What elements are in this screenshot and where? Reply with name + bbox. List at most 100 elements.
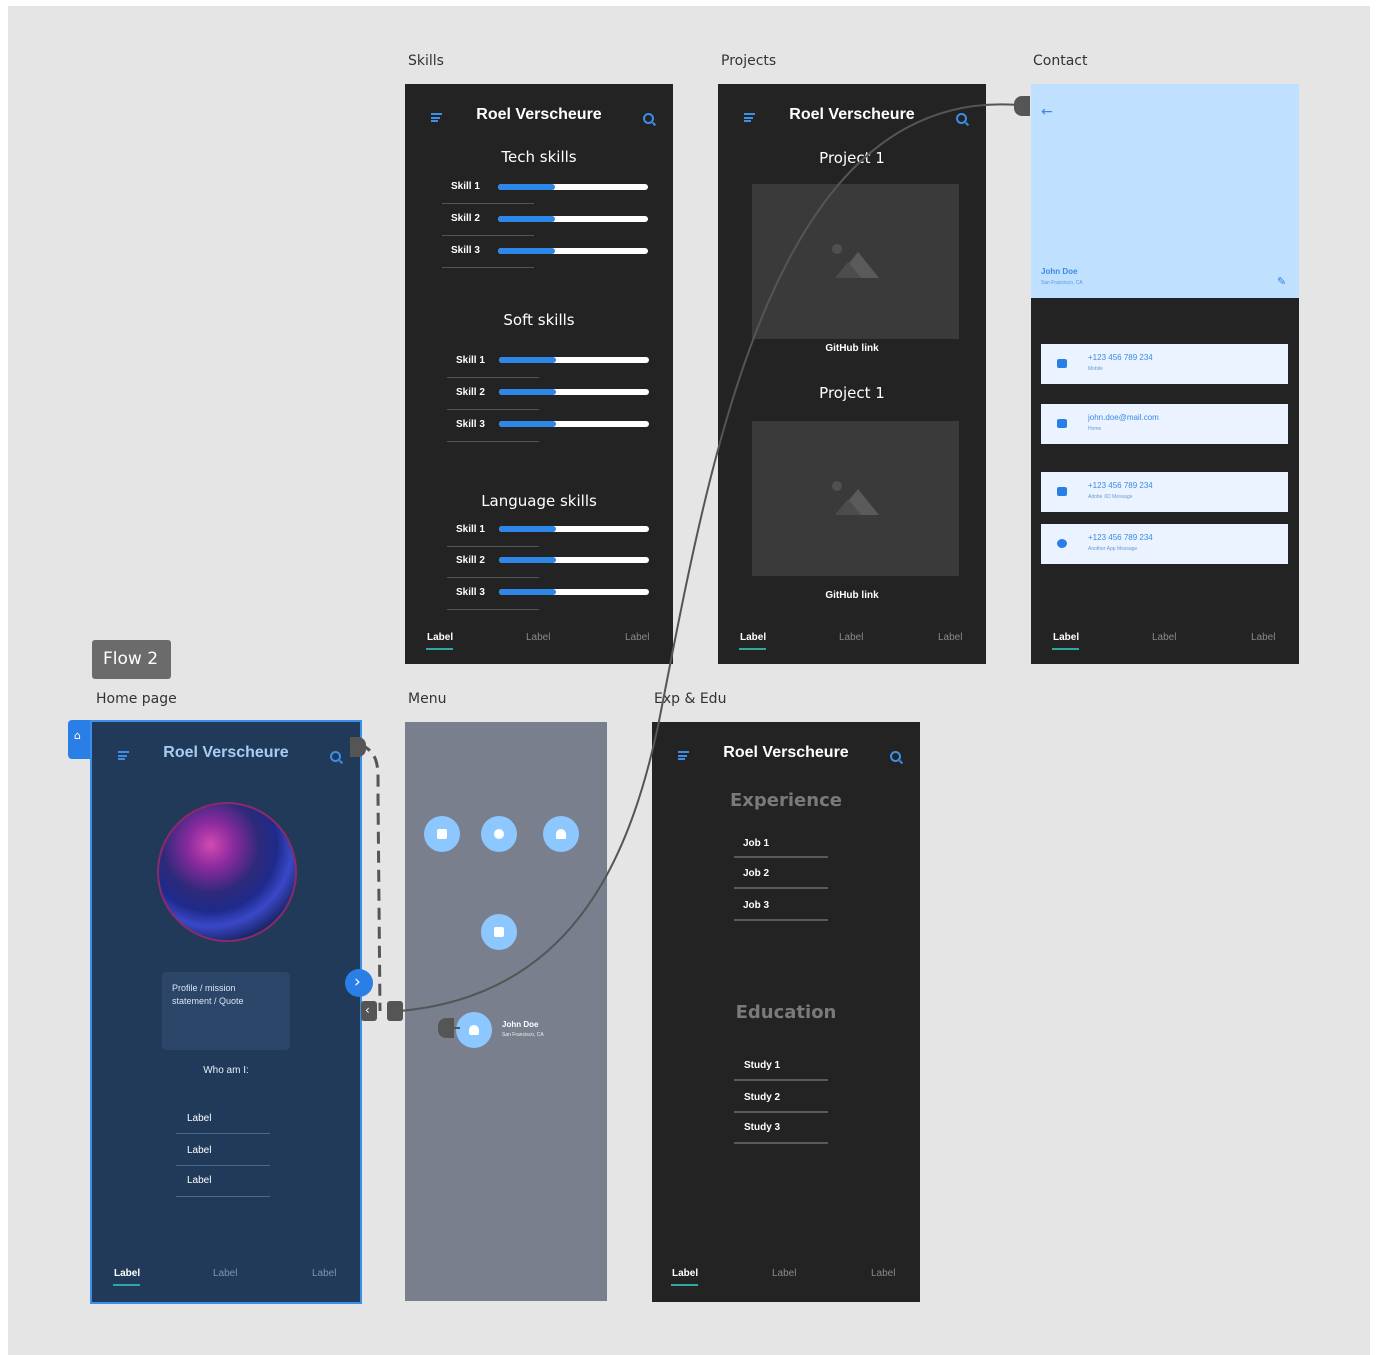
mail-icon (1057, 419, 1067, 428)
tab-item[interactable]: Label (1251, 632, 1275, 643)
artboard-label-menu[interactable]: Menu (408, 691, 446, 707)
chevron-left-icon: ‹ (365, 1003, 370, 1017)
artboard-label-skills[interactable]: Skills (408, 53, 444, 69)
skill-label: Skill 2 (456, 555, 485, 566)
profile-card: Profile / mission statement / Quote (162, 972, 290, 1050)
contact-card-sub: Home (1088, 426, 1102, 432)
app-title: Roel Verscheure (476, 106, 602, 123)
skill-bar (499, 589, 649, 595)
back-arrow-icon[interactable]: ← (1041, 104, 1053, 120)
job-item: Job 3 (743, 900, 770, 911)
flow-badge-label: Flow 2 (103, 649, 159, 669)
skill-row: Skill 2 (405, 212, 673, 236)
tab-item[interactable]: Label (772, 1268, 796, 1279)
home-list-label: Label (187, 1113, 212, 1124)
skill-row: Skill 1 (405, 354, 673, 378)
menu-list-button[interactable] (424, 816, 460, 852)
search-icon[interactable] (890, 751, 901, 762)
github-link[interactable]: GitHub link (718, 590, 986, 601)
skill-row: Skill 3 (405, 244, 673, 268)
search-icon[interactable] (956, 113, 967, 124)
tab-item[interactable]: Label (526, 632, 550, 643)
project-image-placeholder (752, 421, 959, 576)
tab-item[interactable]: Label (740, 632, 766, 643)
menu-compass-button[interactable] (481, 816, 517, 852)
menu-artboard[interactable]: John Doe San Francisco, CA (405, 722, 607, 1301)
skill-label: Skill 1 (456, 355, 485, 366)
tab-item[interactable]: Label (427, 632, 453, 643)
search-icon[interactable] (643, 113, 654, 124)
experience-title: Experience (730, 790, 842, 811)
skill-row: Skill 1 (405, 180, 673, 204)
home-indicator-icon[interactable]: ⌂ (68, 720, 92, 759)
design-canvas: Skills Projects Contact Home page Menu E… (8, 6, 1370, 1355)
skill-bar (499, 526, 649, 532)
chevron-right-icon: › (354, 972, 361, 992)
github-link[interactable]: GitHub link (718, 343, 986, 354)
compass-icon (494, 829, 504, 839)
job-item: Job 1 (743, 838, 770, 849)
wire-handle[interactable] (438, 1018, 454, 1038)
tab-item[interactable]: Label (213, 1268, 237, 1279)
skill-row: Skill 2 (405, 554, 673, 578)
contact-card[interactable]: +123 456 789 234 Another App Message (1041, 524, 1288, 564)
tab-item[interactable]: Label (1152, 632, 1176, 643)
person-icon (469, 1025, 479, 1035)
tab-item[interactable]: Label (871, 1268, 895, 1279)
job-item: Job 2 (743, 868, 770, 879)
next-screen-button[interactable]: › (345, 969, 373, 997)
wire-connector-node[interactable]: ‹ (361, 1001, 405, 1021)
skill-bar (499, 421, 649, 427)
wire-handle[interactable] (350, 737, 366, 757)
project-image-placeholder (752, 184, 959, 339)
app-title: Roel Verscheure (163, 744, 289, 761)
edit-icon[interactable]: ✎ (1277, 275, 1286, 288)
contact-artboard[interactable]: ← John Doe San Francisco, CA ✎ +123 456 … (1031, 84, 1299, 664)
contact-card[interactable]: john.doe@mail.com Home (1041, 404, 1288, 444)
menu-avatar[interactable] (456, 1012, 492, 1048)
tab-item[interactable]: Label (938, 632, 962, 643)
skills-artboard[interactable]: Roel Verscheure Tech skills Skill 1 Skil… (405, 84, 673, 664)
chat-icon (1057, 487, 1067, 496)
tab-item[interactable]: Label (1053, 632, 1079, 643)
contact-name: John Doe (1041, 267, 1078, 276)
skill-label: Skill 2 (451, 213, 480, 224)
contact-card[interactable]: +123 456 789 234 Mobile (1041, 344, 1288, 384)
study-item: Study 2 (744, 1092, 781, 1103)
artboard-label-contact[interactable]: Contact (1033, 53, 1087, 69)
app-title: Roel Verscheure (723, 744, 849, 761)
tab-item[interactable]: Label (625, 632, 649, 643)
tab-item[interactable]: Label (672, 1268, 698, 1279)
menu-mail-button[interactable] (481, 914, 517, 950)
home-list-label: Label (187, 1145, 212, 1156)
wire-handle[interactable] (1014, 96, 1030, 116)
contact-card-value: +123 456 789 234 (1088, 481, 1153, 490)
artboard-label-exp-edu[interactable]: Exp & Edu (654, 691, 726, 707)
app-title: Roel Verscheure (789, 106, 915, 123)
menu-user-name: John Doe (502, 1020, 539, 1029)
contact-card-sub: Adobe XD Message (1088, 494, 1133, 500)
skill-row: Skill 3 (405, 586, 673, 610)
artboard-label-projects[interactable]: Projects (721, 53, 776, 69)
mail-icon (494, 927, 504, 937)
skill-bar (498, 216, 648, 222)
skill-label: Skill 2 (456, 387, 485, 398)
tab-item[interactable]: Label (839, 632, 863, 643)
menu-bell-button[interactable] (543, 816, 579, 852)
menu-user-location: San Francisco, CA (502, 1032, 544, 1038)
skill-bar (499, 389, 649, 395)
skill-bar (499, 357, 649, 363)
home-artboard[interactable]: Roel Verscheure Profile / mission statem… (90, 720, 362, 1304)
contact-location: San Francisco, CA (1041, 280, 1083, 286)
projects-artboard[interactable]: Roel Verscheure Project 1 GitHub link Pr… (718, 84, 986, 664)
tab-item[interactable]: Label (114, 1268, 140, 1279)
exp-edu-artboard[interactable]: Roel Verscheure Experience Job 1 Job 2 J… (652, 722, 920, 1302)
profile-photo (157, 802, 297, 942)
artboard-label-home[interactable]: Home page (96, 691, 177, 707)
contact-card-value: +123 456 789 234 (1088, 353, 1153, 362)
search-icon[interactable] (330, 751, 341, 762)
flow-badge[interactable]: Flow 2 (92, 640, 171, 679)
study-item: Study 3 (744, 1122, 781, 1133)
tab-item[interactable]: Label (312, 1268, 336, 1279)
contact-card[interactable]: +123 456 789 234 Adobe XD Message (1041, 472, 1288, 512)
